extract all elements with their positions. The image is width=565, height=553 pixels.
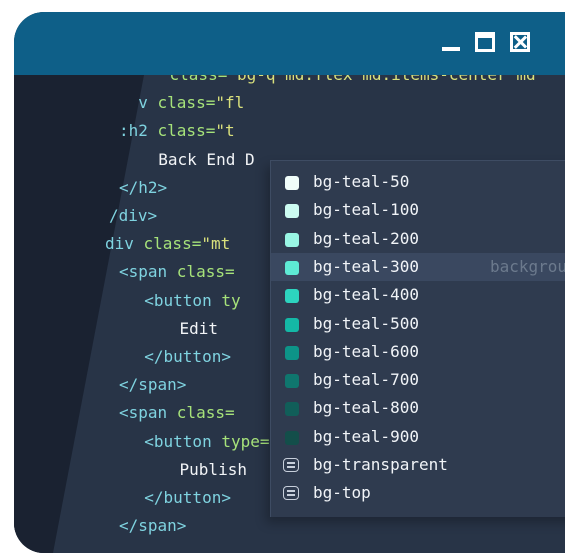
code-line: :h2 class="t <box>119 121 235 141</box>
code-line: /div> <box>109 206 157 226</box>
code-token: class= <box>176 403 235 423</box>
editor-window: class="bg-q md:flex md:items-center md v… <box>14 12 565 553</box>
code-token: <span <box>119 262 177 282</box>
suggestion-label: bg-teal-800 <box>313 398 419 418</box>
code-token: ty <box>221 290 241 310</box>
code-line: div class="mt <box>105 234 230 254</box>
code-token: /div> <box>109 206 158 225</box>
suggestion-detail: backgrou <box>490 256 565 276</box>
color-swatch-icon <box>285 204 299 219</box>
suggestion-item[interactable]: bg-teal-50 <box>271 168 565 196</box>
suggestion-label: bg-teal-600 <box>313 341 419 361</box>
code-line: </button> <box>125 488 231 508</box>
code-token: Edit <box>179 318 219 338</box>
code-line: class="bg-q md:flex md:items-center md <box>131 75 536 85</box>
color-swatch-icon <box>285 260 299 275</box>
code-token: :h2 <box>119 121 158 141</box>
code-token: Back End D <box>158 149 255 169</box>
code-editor[interactable]: class="bg-q md:flex md:items-center md v… <box>14 75 565 553</box>
code-token: class= <box>176 262 235 282</box>
code-line: <span class= <box>119 262 235 282</box>
color-swatch-icon <box>285 317 299 332</box>
suggestion-label: bg-teal-900 <box>313 426 419 446</box>
code-line: </h2> <box>119 178 167 198</box>
code-line: Publish <box>141 460 247 480</box>
suggestion-item[interactable]: bg-teal-500 <box>271 310 565 338</box>
code-token: </span> <box>119 375 187 395</box>
color-swatch-icon <box>285 289 299 304</box>
suggestion-item[interactable]: bg-teal-200 <box>271 225 565 253</box>
code-line: <button ty <box>125 290 241 311</box>
code-token: </span> <box>119 516 187 536</box>
code-token: </button> <box>144 488 231 507</box>
code-token: "fl <box>215 93 245 113</box>
suggestion-item[interactable]: bg-teal-400 <box>271 281 565 309</box>
code-line: Edit <box>141 318 219 339</box>
color-swatch-icon <box>285 374 299 389</box>
code-token: </h2> <box>119 177 168 197</box>
code-token: "t <box>215 121 235 141</box>
suggestion-item[interactable]: bg-teal-600 <box>271 338 565 366</box>
minimize-icon[interactable] <box>441 32 461 52</box>
code-line: </span> <box>119 516 186 536</box>
code-token: <button <box>144 431 222 451</box>
suggestion-label: bg-top <box>313 483 371 503</box>
suggestion-item[interactable]: bg-transparent <box>271 451 565 479</box>
close-icon[interactable] <box>510 32 530 52</box>
code-token: div <box>105 234 144 254</box>
suggestion-label: bg-teal-200 <box>313 228 419 248</box>
code-line: v class="fl <box>119 93 244 113</box>
suggestion-label: bg-teal-700 <box>313 370 419 390</box>
color-swatch-icon <box>285 176 299 190</box>
code-token: class= <box>143 234 202 254</box>
suggestion-label: bg-transparent <box>313 455 448 474</box>
suggestion-item[interactable]: bg-teal-100 <box>271 196 565 224</box>
color-swatch-icon <box>285 345 299 360</box>
suggestion-label: bg-teal-300 <box>313 256 419 276</box>
suggestion-item[interactable]: bg-teal-900 <box>271 423 565 451</box>
suggestion-label: bg-teal-500 <box>313 313 419 333</box>
code-token: Publish <box>179 459 247 479</box>
suggestion-label: bg-teal-50 <box>313 172 410 191</box>
suggestion-item[interactable]: bg-teal-300 backgrou <box>271 252 565 281</box>
code-line: Back End D <box>139 149 255 170</box>
code-token: class= <box>157 121 216 141</box>
color-swatch-icon <box>285 430 299 445</box>
text-value-icon <box>283 486 299 501</box>
code-token: v <box>138 93 158 113</box>
code-token: </button> <box>144 347 231 366</box>
suggestion-label: bg-teal-100 <box>313 200 419 220</box>
code-token: <span <box>119 403 177 423</box>
color-swatch-icon <box>285 402 299 417</box>
code-token: type= <box>221 431 270 451</box>
code-token: "bg-q md:flex md:items-center md <box>227 75 535 84</box>
editor-gutter-shade <box>14 75 144 553</box>
suggestion-item[interactable]: bg-top <box>271 479 565 507</box>
code-line: </span> <box>119 375 186 395</box>
code-line: <span class= <box>119 403 235 423</box>
text-value-icon <box>283 458 299 472</box>
suggestion-item[interactable]: bg-teal-700 <box>271 366 565 394</box>
color-swatch-icon <box>285 232 299 247</box>
title-bar <box>14 12 565 75</box>
code-token: class= <box>157 93 216 113</box>
maximize-icon[interactable] <box>475 32 495 52</box>
code-token: "mt <box>201 234 231 254</box>
code-token: class= <box>170 75 228 84</box>
code-token: <button <box>144 290 222 310</box>
suggestion-item[interactable]: bg-teal-800 <box>271 394 565 422</box>
code-line: </button> <box>125 347 231 367</box>
suggestion-label: bg-teal-400 <box>313 285 419 305</box>
autocomplete-suggestions[interactable]: bg-teal-50 bg-teal-100 bg-teal-200 bg-teal-… <box>270 160 565 517</box>
